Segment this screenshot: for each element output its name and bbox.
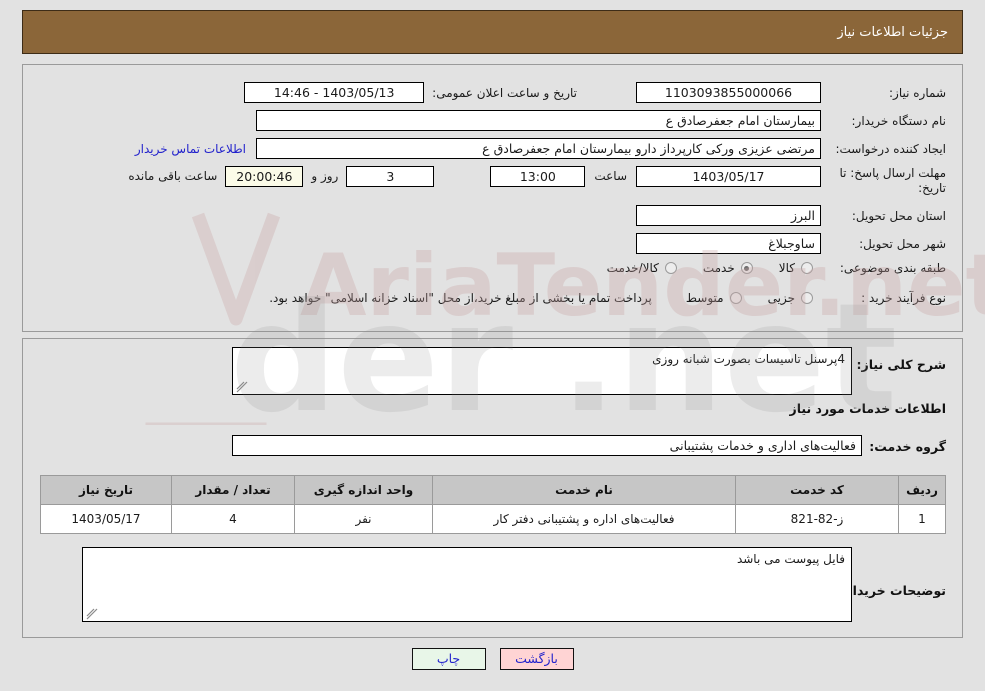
province-row: استان محل تحویل: البرز xyxy=(636,205,946,226)
remaining-hours-label: ساعت باقی مانده xyxy=(128,169,218,183)
public-announce-value: 1403/05/13 - 14:46 xyxy=(244,82,425,103)
col-index: ردیف xyxy=(898,475,946,505)
purchase-type-option-minor-label: جزیی xyxy=(767,291,795,305)
summary-textarea[interactable]: 4پرسنل تاسیسات بصورت شبانه روزی xyxy=(232,347,852,395)
province-value: البرز xyxy=(636,205,821,226)
need-number-row: شماره نیاز: 1103093855000066 xyxy=(636,82,946,103)
deadline-time-value: 13:00 xyxy=(490,166,586,187)
resize-grip-icon[interactable] xyxy=(86,608,98,620)
buyer-org-value: بیمارستان امام جعفرصادق ع xyxy=(256,110,821,131)
summary-value: 4پرسنل تاسیسات بصورت شبانه روزی xyxy=(652,352,845,366)
col-quantity: تعداد / مقدار xyxy=(171,475,295,505)
category-option-goods[interactable]: کالا xyxy=(779,261,813,275)
resize-grip-icon[interactable] xyxy=(236,381,248,393)
col-need-date: تاریخ نیاز xyxy=(40,475,172,505)
purchase-type-option-medium-label: متوسط xyxy=(685,291,724,305)
table-header-row: ردیف کد خدمت نام خدمت واحد اندازه گیری ت… xyxy=(40,475,946,505)
cell-service-name: فعالیت‌های اداره و پشتیبانی دفتر کار xyxy=(432,504,736,534)
action-button-row: بازگشت چاپ xyxy=(0,648,985,670)
city-row: شهر محل تحویل: ساوجبلاغ xyxy=(636,233,946,254)
category-option-goods-service-label: کالا/خدمت xyxy=(606,261,659,275)
category-option-goods-label: کالا xyxy=(778,261,795,275)
need-details-panel: شرح کلی نیاز: 4پرسنل تاسیسات بصورت شبانه… xyxy=(22,338,963,638)
days-and-label: روز و xyxy=(311,169,339,183)
deadline-row: مهلت ارسال پاسخ: تا تاریخ: 1403/05/17 سا… xyxy=(128,166,946,196)
deadline-label: مهلت ارسال پاسخ: تا تاریخ: xyxy=(839,166,946,195)
category-option-service[interactable]: خدمت xyxy=(703,261,753,275)
radio-medium-icon[interactable] xyxy=(729,292,742,304)
city-label: شهر محل تحویل: xyxy=(859,236,946,251)
cell-index: 1 xyxy=(898,504,946,534)
buyer-notes-textarea[interactable]: فایل پیوست می باشد xyxy=(82,547,852,622)
print-button[interactable]: چاپ xyxy=(411,648,486,670)
service-group-label: گروه خدمت: xyxy=(869,439,946,454)
buyer-org-row: نام دستگاه خریدار: بیمارستان امام جعفرصا… xyxy=(256,110,946,131)
table-row: 1 ز-82-821 فعالیت‌های اداره و پشتیبانی د… xyxy=(40,504,946,534)
creator-row: ایجاد کننده درخواست: مرتضی عزیزی ورکی کا… xyxy=(135,138,946,159)
page-title: جزئیات اطلاعات نیاز xyxy=(837,24,948,40)
city-value: ساوجبلاغ xyxy=(636,233,821,254)
service-group-value: فعالیت‌های اداری و خدمات پشتیبانی xyxy=(232,435,862,456)
radio-goods-service-icon[interactable] xyxy=(664,262,677,274)
category-option-service-label: خدمت xyxy=(702,261,735,275)
buyer-org-label: نام دستگاه خریدار: xyxy=(851,113,947,128)
cell-service-code: ز-82-821 xyxy=(735,504,899,534)
purchase-type-option-medium[interactable]: متوسط xyxy=(686,291,742,305)
cell-need-date: 1403/05/17 xyxy=(40,504,172,534)
purchase-type-row: نوع فرآیند خرید : جزیی متوسط پرداخت تمام… xyxy=(269,291,946,305)
back-button[interactable]: بازگشت xyxy=(499,648,574,670)
radio-goods-icon[interactable] xyxy=(801,262,813,274)
public-announce-row: تاریخ و ساعت اعلان عمومی: 1403/05/13 - 1… xyxy=(244,82,577,103)
public-announce-label: تاریخ و ساعت اعلان عمومی: xyxy=(432,85,577,100)
radio-service-icon[interactable] xyxy=(740,262,753,274)
radio-minor-icon[interactable] xyxy=(801,292,813,304)
purchase-type-option-minor[interactable]: جزیی xyxy=(768,291,813,305)
category-label: طبقه بندی موضوعی: xyxy=(839,261,946,275)
col-unit: واحد اندازه گیری xyxy=(294,475,433,505)
creator-label: ایجاد کننده درخواست: xyxy=(835,141,946,156)
services-section-title: اطلاعات خدمات مورد نیاز xyxy=(789,401,947,416)
col-service-code: کد خدمت xyxy=(735,475,899,505)
countdown-value: 20:00:46 xyxy=(225,166,304,187)
need-number-label: شماره نیاز: xyxy=(889,85,946,100)
page-header-bar: جزئیات اطلاعات نیاز xyxy=(22,10,963,54)
creator-value: مرتضی عزیزی ورکی کارپرداز دارو بیمارستان… xyxy=(256,138,821,159)
buyer-notes-label: توضیحات خریدار: xyxy=(840,583,946,598)
purchase-type-label: نوع فرآیند خرید : xyxy=(861,291,946,305)
need-number-value: 1103093855000066 xyxy=(636,82,821,103)
need-info-panel: شماره نیاز: 1103093855000066 تاریخ و ساع… xyxy=(22,64,963,332)
days-remaining-value: 3 xyxy=(346,166,435,187)
deadline-date-value: 1403/05/17 xyxy=(636,166,821,187)
buyer-notes-value: فایل پیوست می باشد xyxy=(736,552,845,566)
col-service-name: نام خدمت xyxy=(432,475,736,505)
summary-label: شرح کلی نیاز: xyxy=(856,357,946,372)
hour-label: ساعت xyxy=(594,169,627,183)
cell-quantity: 4 xyxy=(171,504,295,534)
cell-unit: نفر xyxy=(294,504,433,534)
category-row: طبقه بندی موضوعی: کالا خدمت کالا/خدمت xyxy=(607,261,946,275)
category-option-goods-service[interactable]: کالا/خدمت xyxy=(607,261,677,275)
services-table: ردیف کد خدمت نام خدمت واحد اندازه گیری ت… xyxy=(40,475,946,534)
buyer-contact-link[interactable]: اطلاعات تماس خریدار xyxy=(135,142,246,156)
province-label: استان محل تحویل: xyxy=(851,208,946,223)
treasury-note: پرداخت تمام یا بخشی از مبلغ خرید،از محل … xyxy=(269,291,652,305)
